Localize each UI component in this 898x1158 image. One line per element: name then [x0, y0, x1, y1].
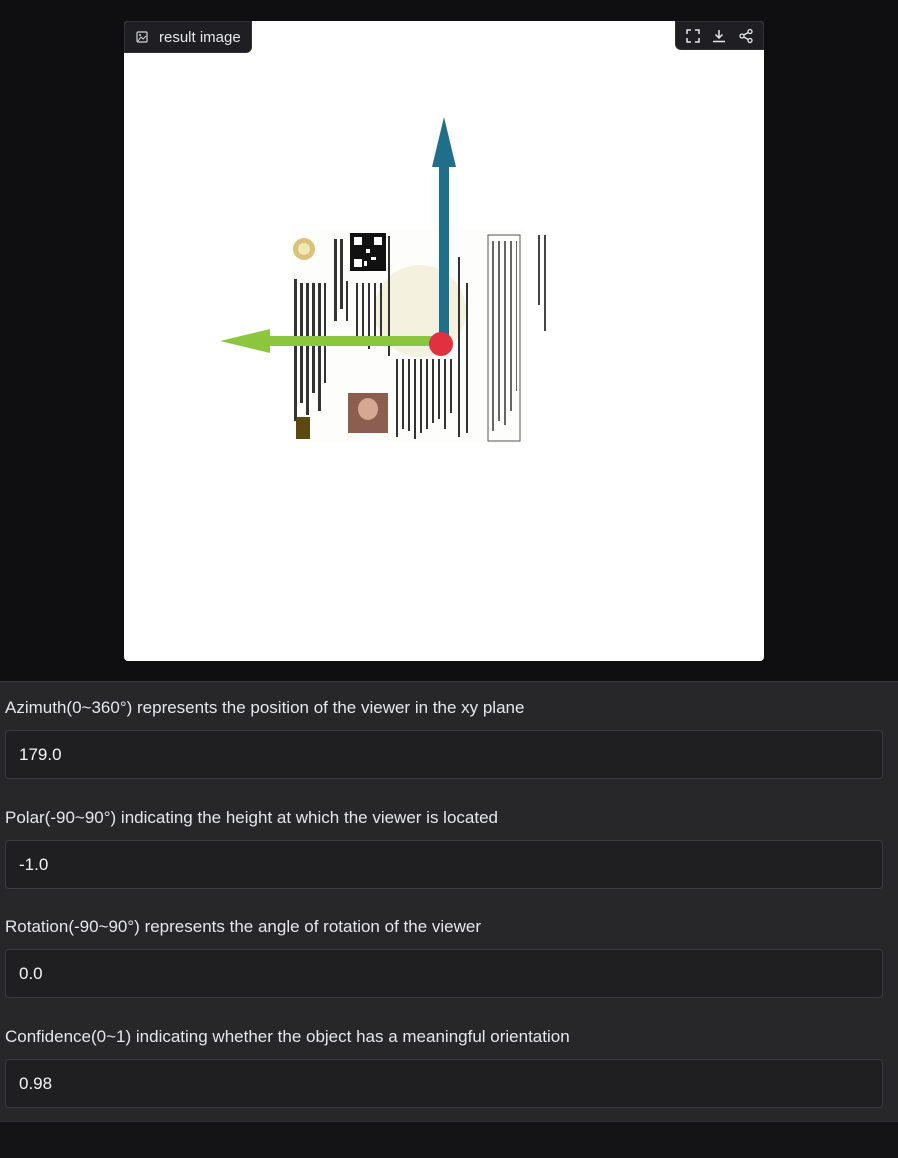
azimuth-value[interactable]: 179.0: [5, 730, 883, 779]
confidence-label: Confidence(0~1) indicating whether the o…: [5, 1027, 570, 1046]
polar-value[interactable]: -1.0: [5, 840, 883, 889]
rotation-value[interactable]: 0.0: [5, 949, 883, 998]
share-icon: [739, 28, 753, 43]
azimuth-label: Azimuth(0~360°) represents the position …: [5, 698, 525, 717]
result-image: [124, 21, 764, 661]
output-fields: Azimuth(0~360°) represents the position …: [0, 681, 898, 1122]
image-toolbar: [675, 21, 764, 50]
image-icon: [136, 31, 148, 43]
polar-label: Polar(-90~90°) indicating the height at …: [5, 808, 498, 827]
fullscreen-icon: [686, 28, 700, 43]
result-image-panel: result image: [0, 0, 898, 681]
rotation-label: Rotation(-90~90°) represents the angle o…: [5, 917, 481, 936]
fullscreen-button[interactable]: [684, 27, 702, 45]
image-label: result image: [159, 28, 241, 46]
download-icon: [713, 29, 726, 42]
confidence-value[interactable]: 0.98: [5, 1059, 883, 1108]
download-button[interactable]: [710, 27, 728, 45]
result-image-content: [220, 117, 546, 443]
image-label-badge: result image: [124, 21, 252, 53]
share-button[interactable]: [737, 27, 755, 45]
footer-area: [0, 1121, 898, 1158]
